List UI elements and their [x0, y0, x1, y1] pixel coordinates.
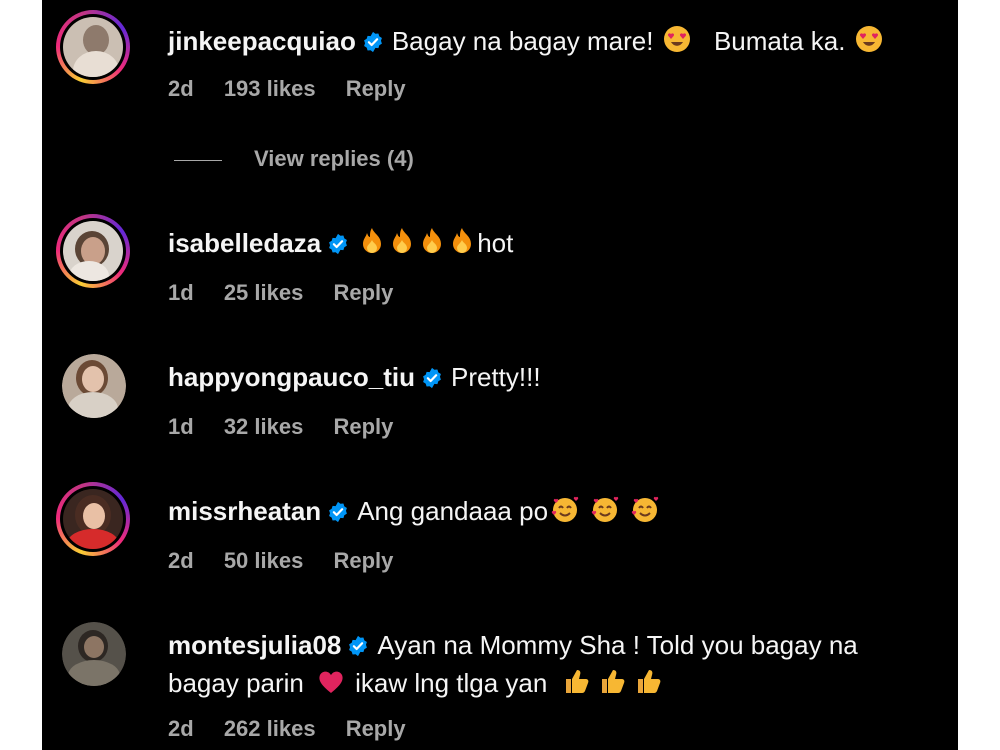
- avatar[interactable]: [56, 616, 130, 690]
- view-replies-label: View replies (4): [254, 146, 414, 171]
- divider-line: [174, 159, 222, 161]
- timestamp: 2d: [168, 548, 194, 573]
- comment-text: ikaw lng tlga yan: [355, 668, 548, 698]
- username[interactable]: jinkeepacquiao: [168, 26, 356, 56]
- comment-text: bagay parin: [168, 668, 304, 698]
- verified-badge-icon: [329, 501, 348, 523]
- timestamp: 2d: [168, 76, 194, 101]
- timestamp: 2d: [168, 716, 194, 741]
- smiling-hearts-emoji-icon: [551, 496, 579, 522]
- reply-button[interactable]: Reply: [333, 414, 393, 439]
- username[interactable]: happyongpauco_tiu: [168, 362, 415, 392]
- comment-text: Ayan na Mommy Sha ! Told you bagay na: [377, 630, 858, 660]
- fire-emoji-icon: [423, 228, 442, 253]
- smiling-hearts-emoji-icon: [591, 496, 619, 522]
- likes-count[interactable]: 50 likes: [224, 548, 304, 573]
- likes-count[interactable]: 32 likes: [224, 414, 304, 439]
- likes-count[interactable]: 25 likes: [224, 280, 304, 305]
- comment-text: hot: [477, 228, 514, 258]
- timestamp: 1d: [168, 280, 194, 305]
- avatar[interactable]: [56, 482, 130, 556]
- likes-count[interactable]: 262 likes: [224, 716, 316, 741]
- view-replies-button[interactable]: View replies (4): [174, 146, 414, 172]
- timestamp: 1d: [168, 414, 194, 439]
- comment-text: Pretty!!!: [451, 362, 541, 392]
- avatar[interactable]: [56, 10, 130, 84]
- username[interactable]: isabelledaza: [168, 228, 321, 258]
- thumbs-up-emoji-icon: [637, 670, 660, 693]
- reply-button[interactable]: Reply: [333, 548, 393, 573]
- thumbs-up-emoji-icon: [601, 670, 624, 693]
- red-heart-emoji-icon: [319, 671, 343, 693]
- verified-badge-icon: [349, 635, 368, 657]
- verified-badge-icon: [363, 31, 382, 53]
- thumbs-up-emoji-icon: [565, 670, 588, 693]
- comment-text: Bumata ka.: [713, 26, 846, 56]
- comment-text: Ang gandaaa po: [357, 496, 549, 526]
- verified-badge-icon: [329, 233, 348, 255]
- fire-emoji-icon: [363, 228, 382, 253]
- reply-button[interactable]: Reply: [346, 76, 406, 101]
- heart-eyes-emoji-icon: [663, 26, 690, 52]
- reply-button[interactable]: Reply: [346, 716, 406, 741]
- fire-emoji-icon: [453, 228, 472, 253]
- comment-text: Bagay na bagay mare!: [391, 26, 654, 56]
- avatar[interactable]: [56, 214, 130, 288]
- heart-eyes-emoji-icon: [855, 26, 882, 52]
- username[interactable]: montesjulia08: [168, 630, 341, 660]
- avatar[interactable]: [56, 348, 130, 422]
- username[interactable]: missrheatan: [168, 496, 321, 526]
- reply-button[interactable]: Reply: [333, 280, 393, 305]
- verified-badge-icon: [423, 367, 441, 389]
- fire-emoji-icon: [393, 228, 412, 253]
- comments-panel: jinkeepacquiao Bagay na bagay mare! Bumat…: [42, 0, 958, 750]
- likes-count[interactable]: 193 likes: [224, 76, 316, 101]
- smiling-hearts-emoji-icon: [631, 496, 659, 522]
